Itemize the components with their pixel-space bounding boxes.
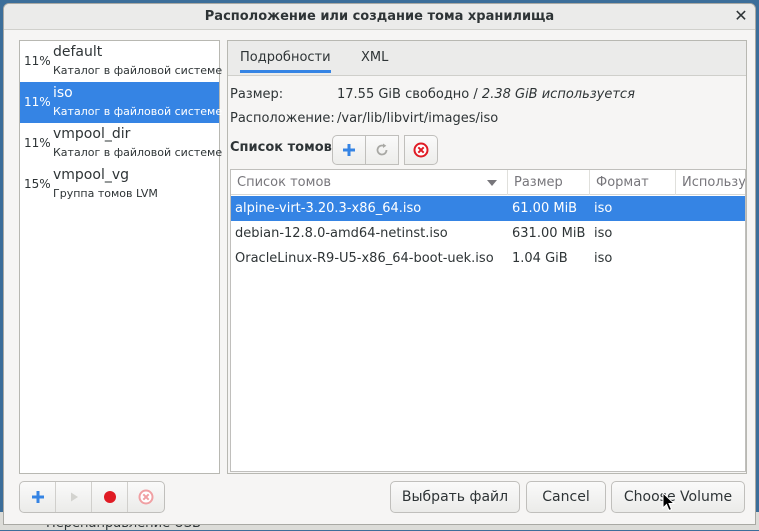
pool-controls	[19, 481, 165, 513]
column-header-name[interactable]: Список томов	[231, 170, 508, 195]
volume-size: 61.00 MiB	[512, 201, 578, 216]
play-icon	[70, 492, 78, 502]
pool-add-button[interactable]	[20, 482, 56, 512]
pool-usage: 11%	[24, 95, 51, 109]
delete-icon	[138, 489, 154, 505]
pool-details-panel: Подробности XML Размер: 17.55 GiB свобод…	[227, 40, 747, 474]
pool-type: Группа томов LVM	[53, 187, 158, 200]
plus-icon	[343, 144, 355, 156]
pool-type: Каталог в файловой системе	[53, 146, 223, 159]
size-label: Размер:	[230, 87, 284, 102]
column-header-size[interactable]: Размер	[508, 170, 590, 195]
pool-usage: 11%	[24, 54, 51, 68]
volume-add-button[interactable]	[332, 135, 366, 165]
mouse-pointer-icon	[662, 492, 676, 512]
pool-name: iso	[53, 85, 73, 101]
plus-icon	[31, 491, 44, 503]
delete-icon	[413, 142, 429, 158]
window-title: Расположение или создание тома хранилища	[204, 9, 555, 24]
table-row[interactable]: debian-12.8.0-amd64-netinst.iso 631.00 M…	[231, 221, 745, 246]
browse-file-button[interactable]: Выбрать файл	[390, 481, 520, 513]
volume-name: alpine-virt-3.20.3-x86_64.iso	[235, 201, 422, 216]
pool-type: Каталог в файловой системе	[53, 105, 223, 118]
table-row[interactable]: OracleLinux-R9-U5-x86_64-boot-uek.iso 1.…	[231, 246, 745, 271]
volume-format: iso	[594, 251, 613, 266]
volume-format: iso	[594, 226, 613, 241]
record-icon	[103, 491, 116, 503]
close-icon[interactable]: ✕	[731, 6, 751, 26]
size-free: 17.55 GiB свободно	[337, 87, 470, 102]
pool-item-vmpool-dir[interactable]: 11% vmpool_dir Каталог в файловой систем…	[20, 123, 223, 164]
pool-item-iso[interactable]: 11% iso Каталог в файловой системе	[20, 82, 223, 123]
size-used: 2.38 GiB используется	[481, 87, 635, 102]
titlebar: Расположение или создание тома хранилища…	[4, 4, 755, 30]
column-header-label: Список томов	[237, 175, 332, 190]
pool-usage: 11%	[24, 136, 51, 150]
volume-delete-button[interactable]	[404, 135, 438, 165]
volume-name: debian-12.8.0-amd64-netinst.iso	[235, 226, 448, 241]
storage-volume-dialog: Расположение или создание тома хранилища…	[3, 3, 756, 525]
pool-delete-button[interactable]	[128, 482, 164, 512]
volume-table: Список томов Размер Формат Используется …	[230, 169, 746, 472]
size-separator: /	[469, 87, 482, 102]
volume-refresh-button[interactable]	[365, 135, 399, 165]
volume-list-label: Список томов	[230, 140, 332, 155]
tab-bar: Подробности XML	[228, 41, 746, 76]
size-value: 17.55 GiB свободно / 2.38 GiB использует…	[337, 87, 635, 102]
pool-usage: 15%	[24, 177, 51, 191]
tab-details[interactable]: Подробности	[240, 50, 331, 73]
volume-name: OracleLinux-R9-U5-x86_64-boot-uek.iso	[235, 251, 494, 266]
pool-list: 11% default Каталог в файловой системе 1…	[19, 40, 223, 474]
volume-format: iso	[594, 201, 613, 216]
refresh-icon	[376, 143, 388, 156]
volume-size: 1.04 GiB	[512, 251, 568, 266]
choose-volume-button[interactable]: Choose Volume	[611, 481, 745, 513]
location-value: /var/lib/libvirt/images/iso	[337, 111, 499, 126]
volume-table-header: Список томов Размер Формат Используется	[231, 170, 745, 195]
cancel-button[interactable]: Cancel	[526, 481, 606, 513]
pool-name: vmpool_vg	[53, 167, 130, 183]
pool-item-default[interactable]: 11% default Каталог в файловой системе	[20, 41, 223, 82]
table-row[interactable]: alpine-virt-3.20.3-x86_64.iso 61.00 MiB …	[231, 196, 745, 221]
pool-item-vmpool-vg[interactable]: 15% vmpool_vg Группа томов LVM	[20, 164, 219, 205]
pool-type: Каталог в файловой системе	[53, 64, 223, 77]
column-header-used[interactable]: Используется	[676, 170, 745, 195]
sort-down-icon	[487, 180, 497, 186]
tab-xml[interactable]: XML	[361, 50, 388, 65]
volume-size: 631.00 MiB	[512, 226, 586, 241]
pool-start-button[interactable]	[56, 482, 92, 512]
column-header-format[interactable]: Формат	[590, 170, 676, 195]
pool-stop-button[interactable]	[92, 482, 128, 512]
pool-name: vmpool_dir	[53, 126, 131, 142]
pool-name: default	[53, 44, 103, 60]
location-label: Расположение:	[230, 111, 335, 126]
